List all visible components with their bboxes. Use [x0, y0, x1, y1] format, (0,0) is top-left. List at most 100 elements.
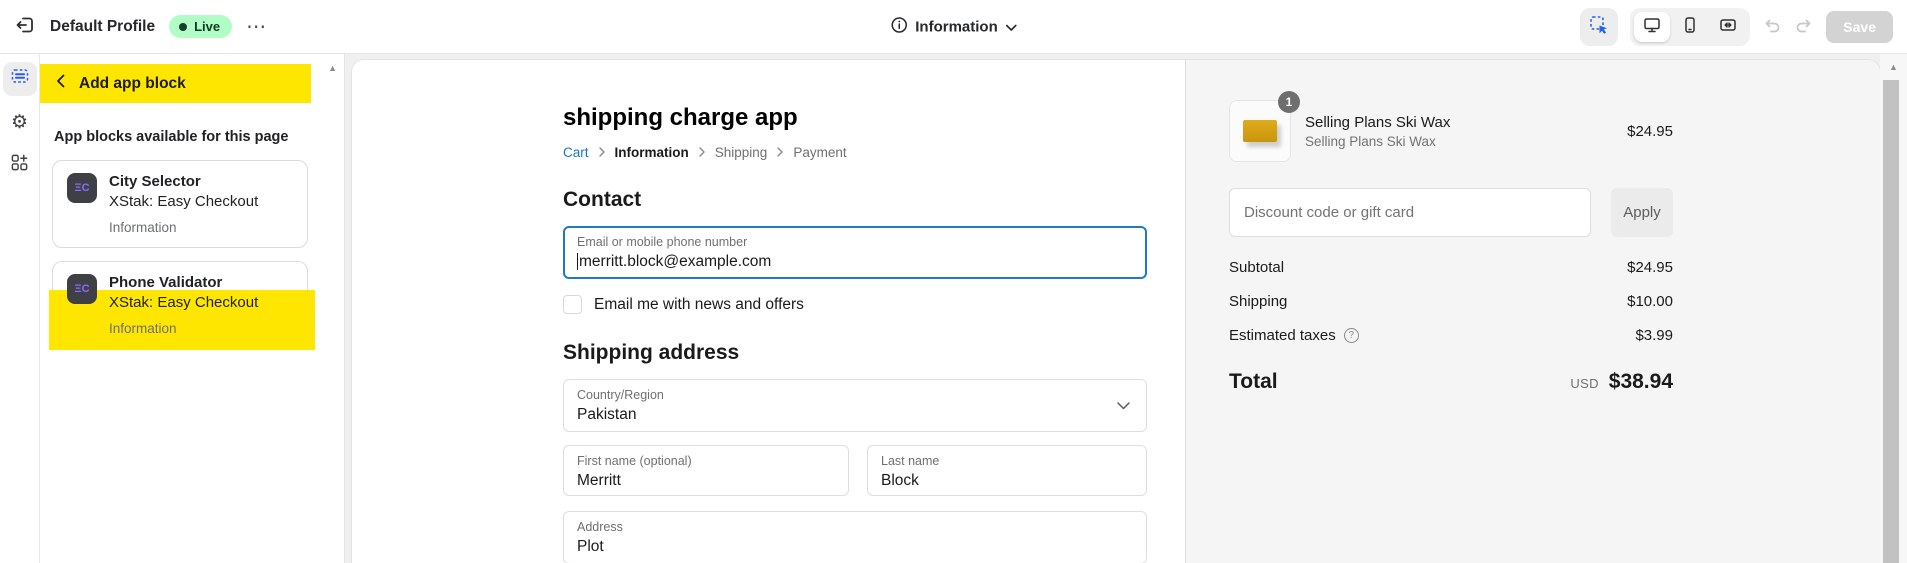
mobile-view-button[interactable]	[1672, 12, 1708, 42]
breadcrumb-cart[interactable]: Cart	[563, 145, 589, 160]
shop-name: shipping charge app	[563, 104, 1147, 132]
checkout-preview: shipping charge app Cart Information Shi…	[352, 60, 1880, 563]
subtotal-label: Subtotal	[1229, 259, 1284, 276]
contact-heading: Contact	[563, 188, 1147, 212]
app-block-app-name: XStak: Easy Checkout	[109, 294, 258, 311]
rail-apps-button[interactable]	[3, 148, 37, 182]
total-value: $38.94	[1609, 370, 1673, 394]
topbar-right-group: Save	[1580, 8, 1893, 46]
chevron-down-icon	[1117, 397, 1130, 415]
breadcrumb-chevron-icon	[599, 145, 605, 160]
live-badge-label: Live	[194, 19, 220, 34]
grand-total-row: Total USD $38.94	[1229, 370, 1673, 394]
country-select-value: Pakistan	[577, 405, 1133, 426]
info-circle-icon	[890, 16, 907, 37]
exit-editor-button[interactable]	[14, 14, 36, 39]
live-status-badge: Live	[169, 15, 232, 38]
page-scrollbar[interactable]: ▲	[1880, 54, 1907, 563]
subtotal-row: Subtotal $24.95	[1229, 259, 1673, 276]
taxes-label-wrap: Estimated taxes ?	[1229, 327, 1359, 344]
app-body: ⚙ ▲ Add app block App blocks a	[0, 54, 1907, 563]
order-summary-pane: 1 Selling Plans Ski Wax Selling Plans Sk…	[1185, 60, 1880, 563]
newsletter-checkbox-row[interactable]: Email me with news and offers	[563, 295, 1147, 314]
add-app-block-header[interactable]: Add app block	[40, 64, 311, 103]
subtotal-value: $24.95	[1627, 259, 1673, 276]
breadcrumb: Cart Information Shipping Payment	[563, 145, 1147, 160]
save-button[interactable]: Save	[1826, 11, 1893, 43]
page-selector-label: Information	[915, 18, 998, 35]
more-options-button[interactable]: ⋯	[246, 22, 268, 32]
inspector-tool-button[interactable]	[1580, 8, 1618, 46]
sidebar-panel: ▲ Add app block App blocks available for…	[40, 54, 345, 563]
scrollbar-up-arrow[interactable]: ▲	[1889, 62, 1898, 72]
country-select-label: Country/Region	[577, 387, 1133, 405]
order-summary-content: 1 Selling Plans Ski Wax Selling Plans Sk…	[1229, 100, 1673, 394]
inspector-cursor-icon	[1589, 15, 1609, 38]
first-name-label: First name (optional)	[577, 453, 835, 471]
taxes-help-icon[interactable]: ?	[1344, 328, 1359, 343]
desktop-view-button[interactable]	[1634, 12, 1670, 42]
fullwidth-icon	[1719, 16, 1737, 37]
discount-code-input[interactable]	[1229, 188, 1591, 237]
first-name-field[interactable]: First name (optional) Merritt	[563, 445, 849, 496]
add-app-block-label: Add app block	[79, 75, 186, 93]
email-field-label: Email or mobile phone number	[577, 234, 1133, 252]
ski-wax-image	[1243, 120, 1277, 142]
back-chevron-icon	[56, 74, 65, 93]
app-block-location: Information	[67, 220, 293, 235]
shipping-value: $10.00	[1627, 293, 1673, 310]
breadcrumb-payment: Payment	[793, 145, 846, 160]
app-block-card-phone-validator[interactable]: ΞC Phone Validator XStak: Easy Checkout …	[52, 261, 308, 349]
profile-name: Default Profile	[50, 18, 155, 36]
app-block-app-name: XStak: Easy Checkout	[109, 193, 258, 210]
scrollbar-thumb[interactable]	[1883, 80, 1899, 563]
exit-icon	[14, 14, 36, 39]
estimated-taxes-row: Estimated taxes ? $3.99	[1229, 327, 1673, 344]
gear-icon: ⚙	[11, 111, 28, 134]
rail-sections-button[interactable]	[3, 62, 37, 96]
email-field-value: merritt.block@example.com	[579, 252, 771, 273]
last-name-field[interactable]: Last name Block	[867, 445, 1147, 496]
checkout-form-pane: shipping charge app Cart Information Shi…	[352, 60, 1185, 563]
app-card-row: ΞC City Selector XStak: Easy Checkout	[67, 173, 293, 210]
app-card-text: City Selector XStak: Easy Checkout	[109, 173, 258, 210]
quantity-badge: 1	[1278, 91, 1300, 113]
taxes-label: Estimated taxes	[1229, 327, 1336, 344]
address-label: Address	[577, 519, 1133, 537]
email-field-value-wrap: merritt.block@example.com	[577, 252, 1133, 273]
xstak-app-icon: ΞC	[67, 173, 97, 203]
fullwidth-view-button[interactable]	[1710, 12, 1746, 42]
topbar-left-group: Default Profile Live ⋯	[14, 14, 268, 39]
editor-canvas: shipping charge app Cart Information Shi…	[345, 54, 1880, 563]
total-currency: USD	[1570, 376, 1598, 391]
breadcrumb-information: Information	[615, 145, 689, 160]
sidebar-scroll-up-arrow[interactable]: ▲	[328, 63, 337, 73]
cost-summary: Subtotal $24.95 Shipping $10.00 Estimate…	[1229, 259, 1673, 344]
apps-add-icon	[10, 153, 29, 178]
live-dot-icon	[179, 23, 187, 31]
newsletter-checkbox[interactable]	[563, 295, 582, 314]
topbar: Default Profile Live ⋯ Information	[0, 0, 1907, 54]
undo-icon	[1762, 15, 1782, 38]
redo-icon	[1794, 15, 1814, 38]
country-select[interactable]: Country/Region Pakistan	[563, 379, 1147, 432]
taxes-value: $3.99	[1635, 327, 1673, 344]
mobile-icon	[1681, 16, 1699, 37]
redo-button[interactable]	[1794, 15, 1814, 38]
email-field[interactable]: Email or mobile phone number merritt.blo…	[563, 226, 1147, 279]
rail-settings-button[interactable]: ⚙	[3, 105, 37, 139]
apply-discount-button[interactable]: Apply	[1611, 188, 1673, 237]
breadcrumb-shipping: Shipping	[715, 145, 768, 160]
app-block-location: Information	[67, 321, 293, 336]
sections-icon	[10, 66, 30, 92]
page-selector-dropdown[interactable]: Information	[890, 16, 1017, 37]
app-blocks-section-title: App blocks available for this page	[40, 103, 344, 160]
discount-row: Apply	[1229, 188, 1673, 237]
product-title: Selling Plans Ski Wax	[1305, 114, 1613, 131]
address-field[interactable]: Address Plot	[563, 511, 1147, 563]
device-preview-switcher	[1630, 8, 1750, 46]
undo-button[interactable]	[1762, 15, 1782, 38]
app-block-card-city-selector[interactable]: ΞC City Selector XStak: Easy Checkout In…	[52, 160, 308, 248]
desktop-icon	[1643, 16, 1661, 37]
product-thumbnail-wrap: 1	[1229, 100, 1291, 162]
